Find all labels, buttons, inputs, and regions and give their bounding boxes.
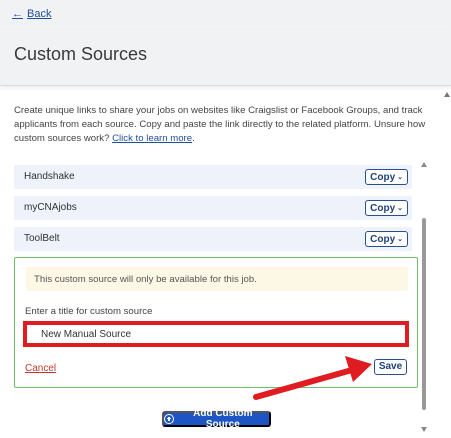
source-name: ToolBelt	[24, 233, 60, 244]
source-row-toolbelt: ToolBelt Copy ⌄	[14, 227, 412, 251]
learn-more-link[interactable]: Click to learn more	[112, 133, 192, 144]
description-text: Create unique links to share your jobs o…	[14, 104, 434, 146]
back-link-label: Back	[27, 8, 52, 20]
scroll-down-icon[interactable]	[421, 427, 427, 432]
source-name: Handshake	[24, 171, 75, 182]
source-row-handshake: Handshake Copy ⌄	[14, 165, 412, 189]
copy-button[interactable]: Copy ⌄	[365, 169, 408, 185]
custom-source-title-input[interactable]	[23, 321, 409, 347]
scroll-up-icon[interactable]	[444, 92, 450, 97]
copy-button[interactable]: Copy ⌄	[365, 231, 408, 247]
cancel-link[interactable]: Cancel	[25, 363, 56, 374]
page-header: Custom Sources	[0, 30, 451, 86]
top-nav-bar: ← Back	[0, 0, 451, 30]
scrollbar-thumb[interactable]	[422, 218, 426, 410]
copy-button[interactable]: Copy ⌄	[365, 200, 408, 216]
chevron-down-icon: ⌄	[397, 205, 403, 212]
save-button[interactable]: Save	[374, 359, 407, 375]
title-field-label: Enter a title for custom source	[25, 306, 153, 317]
scroll-up-icon[interactable]	[421, 162, 427, 167]
notice-banner: This custom source will only be availabl…	[26, 267, 408, 291]
copy-label: Copy	[370, 233, 396, 245]
arrow-left-icon: ←	[12, 8, 23, 20]
page-title: Custom Sources	[14, 44, 148, 64]
plus-circle-icon	[164, 414, 174, 424]
description-suffix: .	[192, 133, 195, 144]
add-custom-source-label: Add Custom Source	[193, 408, 253, 430]
copy-label: Copy	[370, 171, 396, 183]
custom-source-form: This custom source will only be availabl…	[14, 257, 418, 388]
notice-text: This custom source will only be availabl…	[34, 274, 257, 285]
copy-label: Copy	[370, 202, 396, 214]
chevron-down-icon: ⌄	[397, 236, 403, 243]
source-name: myCNAjobs	[24, 202, 77, 213]
source-row-mycnajobs: myCNAjobs Copy ⌄	[14, 196, 412, 220]
chevron-down-icon: ⌄	[397, 174, 403, 181]
description-body: Create unique links to share your jobs o…	[14, 105, 426, 144]
page-scrollbar[interactable]	[443, 92, 451, 438]
sources-scrollbar[interactable]	[420, 160, 428, 432]
add-custom-source-button[interactable]: Add Custom Source	[162, 408, 271, 430]
back-link[interactable]: ← Back	[12, 8, 51, 20]
